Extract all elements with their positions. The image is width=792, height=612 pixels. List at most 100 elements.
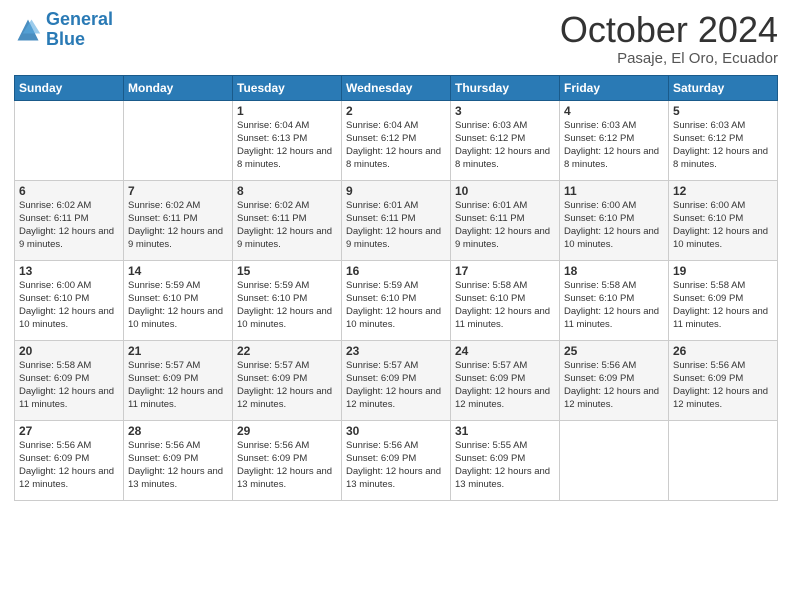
calendar-cell: 20Sunrise: 5:58 AM Sunset: 6:09 PM Dayli… (15, 340, 124, 420)
calendar-cell: 22Sunrise: 5:57 AM Sunset: 6:09 PM Dayli… (233, 340, 342, 420)
day-number: 25 (564, 344, 664, 358)
day-number: 22 (237, 344, 337, 358)
calendar-cell: 10Sunrise: 6:01 AM Sunset: 6:11 PM Dayli… (451, 180, 560, 260)
calendar-cell: 14Sunrise: 5:59 AM Sunset: 6:10 PM Dayli… (124, 260, 233, 340)
day-number: 7 (128, 184, 228, 198)
header: General Blue October 2024 Pasaje, El Oro… (14, 10, 778, 67)
day-info: Sunrise: 6:04 AM Sunset: 6:13 PM Dayligh… (237, 119, 337, 172)
day-info: Sunrise: 6:01 AM Sunset: 6:11 PM Dayligh… (455, 199, 555, 252)
calendar-week-row: 20Sunrise: 5:58 AM Sunset: 6:09 PM Dayli… (15, 340, 778, 420)
calendar-week-row: 1Sunrise: 6:04 AM Sunset: 6:13 PM Daylig… (15, 100, 778, 180)
day-info: Sunrise: 5:58 AM Sunset: 6:10 PM Dayligh… (564, 279, 664, 332)
day-info: Sunrise: 5:56 AM Sunset: 6:09 PM Dayligh… (237, 439, 337, 492)
day-number: 19 (673, 264, 773, 278)
day-info: Sunrise: 5:58 AM Sunset: 6:09 PM Dayligh… (673, 279, 773, 332)
calendar-cell: 2Sunrise: 6:04 AM Sunset: 6:12 PM Daylig… (342, 100, 451, 180)
weekday-header-wednesday: Wednesday (342, 75, 451, 100)
calendar-cell: 31Sunrise: 5:55 AM Sunset: 6:09 PM Dayli… (451, 420, 560, 500)
weekday-header-friday: Friday (560, 75, 669, 100)
logo: General Blue (14, 10, 113, 50)
title-block: October 2024 Pasaje, El Oro, Ecuador (560, 10, 778, 67)
calendar-cell: 11Sunrise: 6:00 AM Sunset: 6:10 PM Dayli… (560, 180, 669, 260)
day-number: 20 (19, 344, 119, 358)
day-number: 24 (455, 344, 555, 358)
calendar-cell: 18Sunrise: 5:58 AM Sunset: 6:10 PM Dayli… (560, 260, 669, 340)
day-number: 17 (455, 264, 555, 278)
calendar-week-row: 27Sunrise: 5:56 AM Sunset: 6:09 PM Dayli… (15, 420, 778, 500)
calendar-cell: 1Sunrise: 6:04 AM Sunset: 6:13 PM Daylig… (233, 100, 342, 180)
logo-line2: Blue (46, 29, 85, 49)
day-number: 15 (237, 264, 337, 278)
day-info: Sunrise: 5:57 AM Sunset: 6:09 PM Dayligh… (237, 359, 337, 412)
calendar-cell: 13Sunrise: 6:00 AM Sunset: 6:10 PM Dayli… (15, 260, 124, 340)
calendar-cell (560, 420, 669, 500)
day-number: 6 (19, 184, 119, 198)
calendar-week-row: 13Sunrise: 6:00 AM Sunset: 6:10 PM Dayli… (15, 260, 778, 340)
day-number: 11 (564, 184, 664, 198)
day-number: 23 (346, 344, 446, 358)
calendar-cell: 9Sunrise: 6:01 AM Sunset: 6:11 PM Daylig… (342, 180, 451, 260)
day-info: Sunrise: 6:02 AM Sunset: 6:11 PM Dayligh… (19, 199, 119, 252)
calendar-cell: 23Sunrise: 5:57 AM Sunset: 6:09 PM Dayli… (342, 340, 451, 420)
day-number: 4 (564, 104, 664, 118)
calendar-cell: 24Sunrise: 5:57 AM Sunset: 6:09 PM Dayli… (451, 340, 560, 420)
calendar-cell: 19Sunrise: 5:58 AM Sunset: 6:09 PM Dayli… (669, 260, 778, 340)
calendar-cell: 27Sunrise: 5:56 AM Sunset: 6:09 PM Dayli… (15, 420, 124, 500)
location: Pasaje, El Oro, Ecuador (560, 50, 778, 67)
logo-icon (14, 16, 42, 44)
day-number: 28 (128, 424, 228, 438)
day-number: 26 (673, 344, 773, 358)
day-info: Sunrise: 6:01 AM Sunset: 6:11 PM Dayligh… (346, 199, 446, 252)
day-number: 1 (237, 104, 337, 118)
day-number: 16 (346, 264, 446, 278)
day-info: Sunrise: 5:56 AM Sunset: 6:09 PM Dayligh… (673, 359, 773, 412)
day-number: 13 (19, 264, 119, 278)
calendar-cell: 6Sunrise: 6:02 AM Sunset: 6:11 PM Daylig… (15, 180, 124, 260)
day-info: Sunrise: 6:00 AM Sunset: 6:10 PM Dayligh… (673, 199, 773, 252)
calendar-cell: 4Sunrise: 6:03 AM Sunset: 6:12 PM Daylig… (560, 100, 669, 180)
day-number: 5 (673, 104, 773, 118)
day-info: Sunrise: 5:57 AM Sunset: 6:09 PM Dayligh… (128, 359, 228, 412)
page: General Blue October 2024 Pasaje, El Oro… (0, 0, 792, 612)
day-info: Sunrise: 5:56 AM Sunset: 6:09 PM Dayligh… (564, 359, 664, 412)
month-title: October 2024 (560, 10, 778, 50)
day-info: Sunrise: 5:59 AM Sunset: 6:10 PM Dayligh… (128, 279, 228, 332)
day-info: Sunrise: 5:55 AM Sunset: 6:09 PM Dayligh… (455, 439, 555, 492)
day-info: Sunrise: 5:58 AM Sunset: 6:09 PM Dayligh… (19, 359, 119, 412)
calendar-cell: 25Sunrise: 5:56 AM Sunset: 6:09 PM Dayli… (560, 340, 669, 420)
calendar-cell: 3Sunrise: 6:03 AM Sunset: 6:12 PM Daylig… (451, 100, 560, 180)
day-info: Sunrise: 6:03 AM Sunset: 6:12 PM Dayligh… (673, 119, 773, 172)
day-info: Sunrise: 6:02 AM Sunset: 6:11 PM Dayligh… (237, 199, 337, 252)
weekday-header-monday: Monday (124, 75, 233, 100)
calendar-table: SundayMondayTuesdayWednesdayThursdayFrid… (14, 75, 778, 501)
day-number: 18 (564, 264, 664, 278)
calendar-cell: 29Sunrise: 5:56 AM Sunset: 6:09 PM Dayli… (233, 420, 342, 500)
day-number: 31 (455, 424, 555, 438)
day-info: Sunrise: 5:57 AM Sunset: 6:09 PM Dayligh… (346, 359, 446, 412)
weekday-header-thursday: Thursday (451, 75, 560, 100)
day-number: 8 (237, 184, 337, 198)
calendar-cell: 16Sunrise: 5:59 AM Sunset: 6:10 PM Dayli… (342, 260, 451, 340)
calendar-cell (15, 100, 124, 180)
calendar-cell (124, 100, 233, 180)
calendar-cell: 7Sunrise: 6:02 AM Sunset: 6:11 PM Daylig… (124, 180, 233, 260)
day-number: 29 (237, 424, 337, 438)
calendar-cell: 26Sunrise: 5:56 AM Sunset: 6:09 PM Dayli… (669, 340, 778, 420)
weekday-header-row: SundayMondayTuesdayWednesdayThursdayFrid… (15, 75, 778, 100)
logo-line1: General (46, 9, 113, 29)
day-number: 12 (673, 184, 773, 198)
day-number: 21 (128, 344, 228, 358)
calendar-cell: 15Sunrise: 5:59 AM Sunset: 6:10 PM Dayli… (233, 260, 342, 340)
day-number: 10 (455, 184, 555, 198)
weekday-header-saturday: Saturday (669, 75, 778, 100)
calendar-cell (669, 420, 778, 500)
weekday-header-tuesday: Tuesday (233, 75, 342, 100)
logo-text: General Blue (46, 10, 113, 50)
day-info: Sunrise: 6:04 AM Sunset: 6:12 PM Dayligh… (346, 119, 446, 172)
weekday-header-sunday: Sunday (15, 75, 124, 100)
day-info: Sunrise: 5:56 AM Sunset: 6:09 PM Dayligh… (346, 439, 446, 492)
day-info: Sunrise: 5:58 AM Sunset: 6:10 PM Dayligh… (455, 279, 555, 332)
day-info: Sunrise: 5:59 AM Sunset: 6:10 PM Dayligh… (346, 279, 446, 332)
day-info: Sunrise: 6:00 AM Sunset: 6:10 PM Dayligh… (564, 199, 664, 252)
day-info: Sunrise: 6:02 AM Sunset: 6:11 PM Dayligh… (128, 199, 228, 252)
